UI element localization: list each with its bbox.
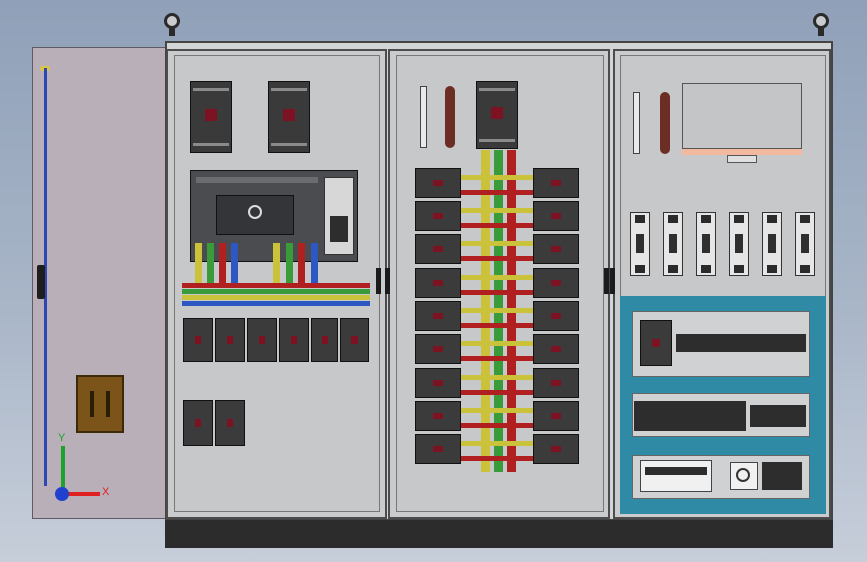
lifting-eye-stem — [169, 28, 175, 36]
terminal-strip — [633, 92, 640, 154]
fuse-holder[interactable] — [696, 212, 716, 276]
x-axis-label: X — [102, 486, 110, 498]
busbar-neutral — [182, 301, 370, 306]
branch-breaker[interactable] — [415, 434, 461, 464]
branch-breaker[interactable] — [415, 301, 461, 331]
cable-neutral — [311, 243, 318, 285]
branch-breaker[interactable] — [533, 268, 579, 298]
x-axis-arrow — [64, 492, 100, 496]
branch-breaker[interactable] — [415, 168, 461, 198]
control-breaker[interactable] — [640, 320, 672, 366]
door-handle[interactable] — [37, 265, 45, 299]
feeder-breaker[interactable] — [279, 318, 309, 362]
tap-bar — [461, 423, 533, 428]
feeder-breaker[interactable] — [247, 318, 277, 362]
transfer-controller-keypad[interactable] — [330, 216, 348, 242]
right-bay-latch[interactable] — [610, 268, 615, 294]
fuse-holder[interactable] — [729, 212, 749, 276]
coordinate-axes-icon — [55, 487, 69, 501]
branch-breaker[interactable] — [533, 434, 579, 464]
feeder-breaker[interactable] — [340, 318, 369, 362]
tap-bar — [461, 190, 533, 195]
terminal-block-row — [750, 405, 806, 427]
busbar-phase-a — [182, 295, 370, 300]
busbar-phase-c — [182, 283, 370, 288]
tap-bar — [461, 341, 533, 346]
feeder-breaker[interactable] — [215, 400, 245, 446]
branch-breaker[interactable] — [415, 234, 461, 264]
branch-breaker[interactable] — [415, 401, 461, 431]
lifting-eye-icon — [813, 13, 829, 29]
cable-phase-b — [207, 243, 214, 285]
tap-bar — [461, 223, 533, 228]
fuse-holder[interactable] — [795, 212, 815, 276]
branch-breaker[interactable] — [415, 334, 461, 364]
main-breaker[interactable] — [476, 81, 518, 149]
branch-breaker[interactable] — [533, 301, 579, 331]
incoming-breaker-1[interactable] — [190, 81, 232, 153]
middle-bay-latch[interactable] — [604, 268, 609, 294]
power-supply-fan — [736, 468, 750, 482]
left-bay-latch[interactable] — [376, 268, 381, 294]
y-axis-label: Y — [58, 432, 66, 444]
cable-neutral — [231, 243, 238, 285]
branch-breaker[interactable] — [415, 268, 461, 298]
branch-breaker[interactable] — [533, 401, 579, 431]
fuse-holder[interactable] — [630, 212, 650, 276]
tap-bar — [461, 241, 533, 246]
earth-bar — [445, 86, 455, 148]
tap-bar — [461, 375, 533, 380]
tap-bar — [461, 208, 533, 213]
branch-breaker[interactable] — [533, 201, 579, 231]
feeder-breaker[interactable] — [311, 318, 338, 362]
y-axis-arrow — [61, 446, 65, 492]
cable-phase-a — [273, 243, 280, 285]
branch-breaker[interactable] — [533, 234, 579, 264]
tap-bar — [461, 456, 533, 461]
feeder-breaker[interactable] — [215, 318, 245, 362]
middle-bay-latch[interactable] — [385, 268, 390, 294]
side-door[interactable] — [32, 47, 166, 519]
transfer-switch-selector[interactable] — [248, 205, 262, 219]
fuse-holder[interactable] — [663, 212, 683, 276]
tap-bar — [461, 290, 533, 295]
control-terminal-strip — [676, 334, 806, 352]
plc-module[interactable] — [640, 460, 712, 492]
lifting-eye-stem — [818, 28, 824, 36]
feeder-breaker[interactable] — [183, 400, 213, 446]
incoming-breaker-2[interactable] — [268, 81, 310, 153]
cabinet-plinth — [165, 520, 833, 548]
transfer-switch-vent — [196, 177, 318, 183]
relay-row — [634, 401, 746, 431]
earth-bar — [660, 92, 670, 154]
fuse-holder[interactable] — [762, 212, 782, 276]
tap-bar — [461, 175, 533, 180]
tap-bar — [461, 356, 533, 361]
meter-enclosure — [682, 83, 802, 149]
lifting-eye-icon — [164, 13, 180, 29]
door-lock-icon[interactable] — [76, 375, 124, 433]
feeder-breaker[interactable] — [183, 318, 213, 362]
busbar-phase-b — [182, 289, 370, 294]
branch-breaker[interactable] — [415, 368, 461, 398]
tap-bar — [461, 441, 533, 446]
tap-bar — [461, 323, 533, 328]
cable-phase-c — [219, 243, 226, 285]
branch-breaker[interactable] — [533, 334, 579, 364]
cable-phase-a — [195, 243, 202, 285]
branch-breaker[interactable] — [533, 368, 579, 398]
cable-phase-c — [298, 243, 305, 285]
tap-bar — [461, 390, 533, 395]
tap-bar — [461, 275, 533, 280]
power-supply-terminals — [762, 462, 802, 490]
branch-breaker[interactable] — [533, 168, 579, 198]
tap-bar — [461, 308, 533, 313]
cable-phase-b — [286, 243, 293, 285]
branch-breaker[interactable] — [415, 201, 461, 231]
plc-module-io — [645, 467, 707, 475]
meter-enclosure-foot — [727, 155, 757, 163]
terminal-strip — [420, 86, 427, 148]
tap-bar — [461, 256, 533, 261]
tap-bar — [461, 408, 533, 413]
